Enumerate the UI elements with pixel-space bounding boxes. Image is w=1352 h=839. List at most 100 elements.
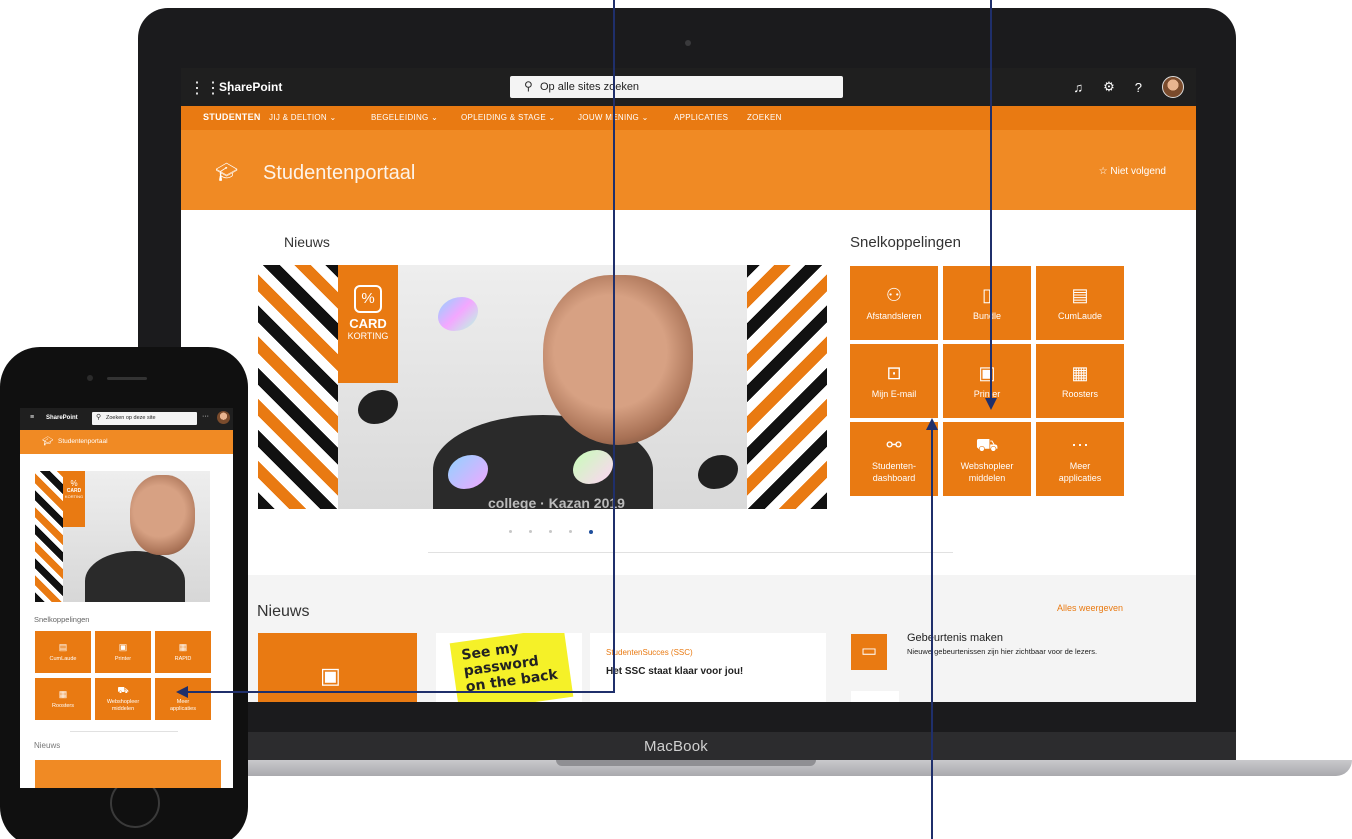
nav-item-begeleiding[interactable]: BEGELEIDING ⌄ bbox=[371, 113, 438, 122]
avatar[interactable] bbox=[1162, 76, 1184, 98]
carousel-photo bbox=[338, 265, 747, 509]
bell-icon[interactable]: ♫ bbox=[1073, 80, 1083, 95]
nav-item-opleiding-stage[interactable]: OPLEIDING & STAGE ⌄ bbox=[461, 113, 556, 122]
person-head bbox=[130, 475, 195, 555]
nav-item-studenten[interactable]: STUDENTEN bbox=[203, 112, 261, 122]
percent-icon: % bbox=[354, 285, 382, 313]
nav-item-jouw-mening[interactable]: JOUW MENING ⌄ bbox=[578, 113, 649, 122]
quicklink-webshop[interactable]: ⛟ Webshopleer middelen bbox=[95, 678, 151, 720]
laptop-screen: ⋮⋮⋮ SharePoint ⚲ Op alle sites zoeken ♫ … bbox=[181, 68, 1196, 702]
news-section: Nieuws Alles weergeven ▣ See my password… bbox=[181, 575, 1196, 702]
phone-carousel-image[interactable]: % CARD KORTING bbox=[35, 471, 210, 602]
article-title: Het SSC staat klaar voor jou! bbox=[606, 666, 744, 677]
quicklink-meer-applicaties[interactable]: ⋯ Meer applicaties bbox=[155, 678, 211, 720]
app-name[interactable]: SharePoint bbox=[219, 80, 282, 94]
news-section-heading: Nieuws bbox=[257, 603, 310, 620]
help-icon[interactable]: ? bbox=[1135, 80, 1142, 95]
site-header: 🎓︎ Studentenportaal ☆ Niet volgend bbox=[181, 130, 1196, 210]
more-icon: ⋯ bbox=[1071, 434, 1089, 455]
pager-dot[interactable] bbox=[529, 530, 532, 533]
outlook-mail-icon: ⊡ bbox=[886, 362, 902, 383]
calendar-icon: ▦ bbox=[1071, 362, 1089, 383]
tile-label: Meer applicaties bbox=[170, 699, 196, 712]
quicklink-afstandsleren[interactable]: ⚇ Afstandsleren bbox=[850, 266, 938, 340]
quicklink-mijn-email[interactable]: ⊡ Mijn E-mail bbox=[850, 344, 938, 418]
quicklink-roosters[interactable]: ▦ Roosters bbox=[1036, 344, 1124, 418]
sticky-note-text: See my password on the back bbox=[449, 633, 574, 702]
phone-site-title[interactable]: Studentenportaal bbox=[58, 438, 108, 445]
tile-label: Roosters bbox=[51, 702, 74, 709]
phone-quicklinks-grid: ▤ CumLaude ▣ Printer ▦ RAPID ▦ Roosters ⛟ Web… bbox=[35, 631, 211, 720]
nav-item-jij-deltion[interactable]: JIJ & DELTION ⌄ bbox=[269, 113, 337, 122]
quicklink-cumlaude[interactable]: ▤ CumLaude bbox=[1036, 266, 1124, 340]
quicklink-cumlaude[interactable]: ▤ CumLaude bbox=[35, 631, 91, 673]
pager-dot[interactable] bbox=[509, 530, 512, 533]
tile-label: Mijn E-mail bbox=[871, 388, 917, 399]
phone-news-heading: Nieuws bbox=[34, 741, 61, 750]
butterfly-icon bbox=[358, 390, 398, 424]
carousel-caption: college · Kazan 2019 bbox=[488, 495, 625, 509]
calendar-icon: ▦ bbox=[178, 641, 188, 652]
gear-icon[interactable]: ⚙ bbox=[1103, 79, 1115, 95]
nav-label: BEGELEIDING bbox=[371, 113, 429, 122]
quicklink-webshop[interactable]: ⛟ Webshopleer middelen bbox=[943, 422, 1031, 496]
phone-suite-bar: ≡ SharePoint ⚲ Zoeken op deze site ··· bbox=[20, 408, 233, 430]
news-card-sticky[interactable]: See my password on the back bbox=[436, 633, 582, 702]
section-divider bbox=[70, 731, 178, 732]
avatar[interactable] bbox=[217, 411, 230, 424]
search-input[interactable]: ⚲ Op alle sites zoeken bbox=[510, 76, 843, 98]
phone-news-card[interactable] bbox=[35, 760, 221, 788]
pager-dot-active[interactable] bbox=[589, 530, 593, 534]
phone-app-name[interactable]: SharePoint bbox=[46, 415, 78, 421]
nav-label: JIJ & DELTION bbox=[269, 113, 327, 122]
suite-actions: ♫ ⚙ ? bbox=[1073, 76, 1184, 98]
quicklink-bundle[interactable]: ▯ Bundle bbox=[943, 266, 1031, 340]
chevron-pattern-right bbox=[747, 265, 827, 509]
nav-item-applicaties[interactable]: APPLICATIES bbox=[674, 113, 728, 122]
pager-dot[interactable] bbox=[569, 530, 572, 533]
phone-search-input[interactable]: ⚲ Zoeken op deze site bbox=[92, 412, 197, 425]
suite-bar: ⋮⋮⋮ SharePoint ⚲ Op alle sites zoeken ♫ … bbox=[181, 68, 1196, 106]
quicklink-studentendashboard[interactable]: ⚯ Studenten- dashboard bbox=[850, 422, 938, 496]
article-tag: StudentenSucces (SSC) bbox=[606, 648, 693, 657]
event-placeholder bbox=[851, 691, 899, 702]
nav-label: OPLEIDING & STAGE bbox=[461, 113, 546, 122]
tile-label: Meer applicaties bbox=[1058, 460, 1102, 483]
hamburger-icon[interactable]: ≡ bbox=[30, 414, 34, 421]
news-card-article[interactable]: StudentenSucces (SSC) Het SSC staat klaa… bbox=[590, 633, 826, 702]
see-all-link[interactable]: Alles weergeven bbox=[1057, 603, 1123, 613]
butterfly-icon bbox=[438, 297, 478, 331]
event-description: Nieuwe gebeurtenissen zijn hier zichtbaa… bbox=[907, 647, 1098, 656]
calendar-icon[interactable]: ▭ bbox=[851, 634, 887, 670]
news-carousel[interactable]: % CARD KORTING college · Kazan 2019 bbox=[258, 265, 827, 509]
tile-label: Printer bbox=[973, 388, 1001, 399]
chevron-down-icon: ⌄ bbox=[431, 113, 439, 122]
follow-button[interactable]: ☆ Niet volgend bbox=[1099, 166, 1166, 177]
quicklink-roosters[interactable]: ▦ Roosters bbox=[35, 678, 91, 720]
cart-icon: ⛟ bbox=[975, 434, 999, 455]
pager-dot[interactable] bbox=[549, 530, 552, 533]
event-title[interactable]: Gebeurtenis maken bbox=[907, 632, 1003, 644]
tile-label: CumLaude bbox=[1057, 310, 1103, 321]
section-divider bbox=[428, 552, 953, 553]
chevron-down-icon: ⌄ bbox=[548, 113, 556, 122]
graduation-cap-icon: 🎓︎ bbox=[215, 162, 238, 182]
tile-label: Webshopleer middelen bbox=[106, 699, 140, 712]
star-icon: ☆ bbox=[1098, 166, 1108, 177]
tile-label: CumLaude bbox=[49, 655, 77, 662]
quicklink-printer[interactable]: ▣ Printer bbox=[943, 344, 1031, 418]
site-title[interactable]: Studentenportaal bbox=[263, 162, 415, 185]
more-icon: ⋯ bbox=[178, 685, 188, 695]
news-card-placeholder[interactable]: ▣ bbox=[258, 633, 417, 702]
quicklink-printer[interactable]: ▣ Printer bbox=[95, 631, 151, 673]
laptop-notch bbox=[556, 760, 816, 766]
badge-line2: KORTING bbox=[64, 494, 84, 499]
quicklink-meer-applicaties[interactable]: ⋯ Meer applicaties bbox=[1036, 422, 1124, 496]
quicklink-rapid[interactable]: ▦ RAPID bbox=[155, 631, 211, 673]
card-korting-badge: % CARD KORTING bbox=[338, 265, 398, 383]
phone-site-header: 🎓︎ Studentenportaal bbox=[20, 430, 233, 454]
cart-icon: ⛟ bbox=[117, 685, 129, 695]
tile-label: RAPID bbox=[174, 655, 192, 662]
more-icon[interactable]: ··· bbox=[202, 413, 209, 420]
nav-item-zoeken[interactable]: ZOEKEN bbox=[747, 113, 782, 122]
